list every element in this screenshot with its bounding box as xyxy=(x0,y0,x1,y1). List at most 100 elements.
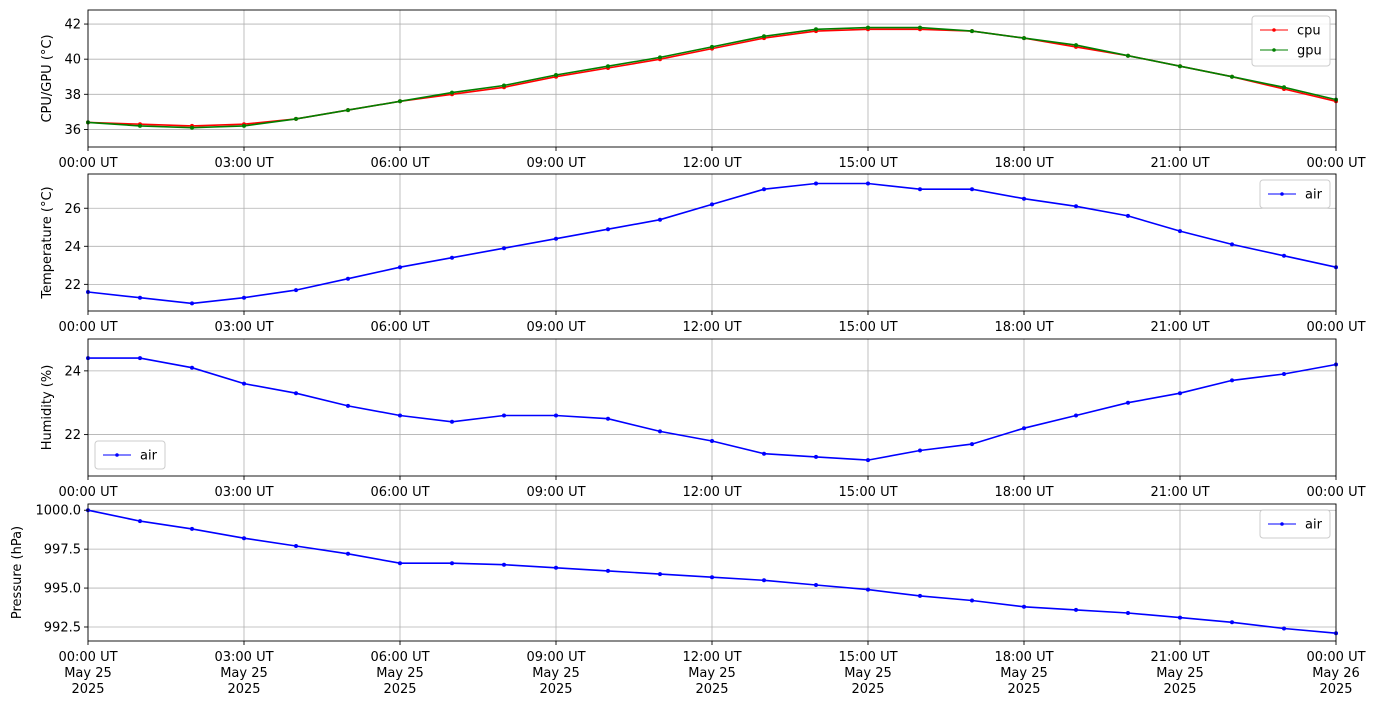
data-point-air xyxy=(970,598,974,603)
data-point-gpu xyxy=(138,123,142,128)
data-point-air xyxy=(918,187,922,192)
data-point-air xyxy=(918,593,922,598)
data-point-air xyxy=(1074,413,1078,418)
x-tick-label: 06:00 UT xyxy=(370,156,429,171)
data-point-air xyxy=(190,526,194,531)
data-point-air xyxy=(398,413,402,418)
y-tick-label: 22 xyxy=(64,428,81,443)
x-tick-label: 03:00 UT xyxy=(214,485,273,500)
x-tick-label: 21:00 UT xyxy=(1150,156,1209,171)
data-point-gpu xyxy=(242,123,246,128)
data-point-air xyxy=(1282,253,1286,258)
data-point-air xyxy=(450,419,454,424)
panel-1: 36 38 40 42 00:00 UT 03:00 UT 06:00 UT 09:00 UT… xyxy=(40,9,1366,171)
legend: air xyxy=(1259,179,1331,209)
y-tick-label: 24 xyxy=(64,364,81,379)
legend-label-air: air xyxy=(1305,518,1323,533)
data-point-air xyxy=(762,451,766,456)
data-point-air xyxy=(1178,615,1182,620)
x-tick-label: 00:00 UT xyxy=(1306,485,1365,500)
data-point-air xyxy=(398,265,402,270)
y-tick-label: 38 xyxy=(64,88,81,103)
panel-4: 992.5 995.0 997.5 1000.0 00:00 UT May 25 2025 0… xyxy=(10,503,1366,697)
data-point-gpu xyxy=(554,73,558,77)
x-tick-label: 15:00 UT xyxy=(838,156,897,171)
x-tick-label: 18:00 UT xyxy=(994,485,1053,500)
data-point-air xyxy=(346,403,350,408)
x-tick-label: 18:00 UT xyxy=(994,156,1053,171)
data-point-air xyxy=(554,413,558,418)
y-tick-label: 24 xyxy=(64,240,81,255)
data-point-air xyxy=(346,276,350,281)
data-point-gpu xyxy=(346,108,350,113)
y-tick-label: 42 xyxy=(64,18,81,33)
x-tick-label: 12:00 UT May 25 2025 xyxy=(682,650,741,697)
data-point-air xyxy=(1230,242,1234,247)
data-point-air xyxy=(866,181,870,186)
data-point-gpu xyxy=(918,25,922,30)
data-point-air xyxy=(138,295,142,300)
data-point-air xyxy=(1230,620,1234,625)
data-point-air xyxy=(294,288,298,293)
data-point-air xyxy=(1282,626,1286,631)
data-point-air xyxy=(450,561,454,566)
x-tick-label: 12:00 UT xyxy=(682,320,741,335)
data-point-air xyxy=(918,448,922,453)
legend-label-air: air xyxy=(140,449,158,464)
legend-label-gpu: gpu xyxy=(1297,44,1322,59)
x-tick-label: 03:00 UT xyxy=(214,156,273,171)
data-point-air xyxy=(1282,372,1286,376)
data-point-air xyxy=(398,561,402,566)
data-point-air xyxy=(762,578,766,583)
data-point-air xyxy=(138,519,142,524)
legend-marker-air xyxy=(1280,522,1284,526)
data-point-gpu xyxy=(1022,36,1026,41)
data-point-air xyxy=(502,413,506,418)
data-point-air xyxy=(450,255,454,260)
data-point-air xyxy=(502,562,506,567)
x-tick-label: 00:00 UT xyxy=(58,320,117,335)
data-point-air xyxy=(814,454,818,459)
legend-marker-cpu xyxy=(1272,28,1276,32)
x-tick-label: 00:00 UT xyxy=(1306,156,1365,171)
y-tick-label: 22 xyxy=(64,278,81,293)
x-tick-label: 21:00 UT xyxy=(1150,485,1209,500)
data-point-air xyxy=(1178,391,1182,396)
legend: cpu gpu xyxy=(1251,15,1331,67)
data-point-air xyxy=(1178,229,1182,234)
data-point-gpu xyxy=(1178,64,1182,69)
x-tick-label: 03:00 UT May 25 2025 xyxy=(214,650,273,697)
x-tick-label: 00:00 UT May 26 2025 xyxy=(1306,650,1365,697)
data-point-air xyxy=(658,217,662,222)
data-point-air xyxy=(1074,204,1078,209)
data-point-gpu xyxy=(1282,85,1286,90)
data-point-air xyxy=(190,301,194,306)
legend-label-cpu: cpu xyxy=(1297,24,1321,39)
y-tick-label: 1000.0 xyxy=(36,504,82,519)
x-tick-label: 03:00 UT xyxy=(214,320,273,335)
x-tick-label: 00:00 UT xyxy=(1306,320,1365,335)
y-tick-label: 995.0 xyxy=(44,582,81,597)
y-tick-label: 26 xyxy=(64,202,81,217)
data-point-air xyxy=(190,365,194,370)
data-point-air xyxy=(346,551,350,556)
x-tick-label: 21:00 UT May 25 2025 xyxy=(1150,650,1209,697)
figure: 36 38 40 42 00:00 UT 03:00 UT 06:00 UT 09:00 UT… xyxy=(10,9,1366,697)
x-tick-label: 09:00 UT xyxy=(526,156,585,171)
data-point-air xyxy=(294,544,298,548)
data-point-gpu xyxy=(1230,74,1234,79)
data-point-air xyxy=(814,181,818,186)
y-tick-label: 40 xyxy=(64,53,81,68)
data-point-air xyxy=(1230,378,1234,383)
x-tick-label: 06:00 UT May 25 2025 xyxy=(370,650,429,697)
data-point-air xyxy=(242,536,246,541)
data-point-air xyxy=(1126,611,1130,615)
data-point-air xyxy=(970,187,974,192)
data-point-air xyxy=(502,246,506,251)
data-point-gpu xyxy=(502,83,506,88)
y-tick-label: 997.5 xyxy=(44,543,81,558)
data-point-air xyxy=(710,575,714,580)
x-tick-label: 09:00 UT xyxy=(526,320,585,335)
x-tick-label: 18:00 UT xyxy=(994,320,1053,335)
y-axis-label: CPU/GPU (°C) xyxy=(40,34,55,122)
